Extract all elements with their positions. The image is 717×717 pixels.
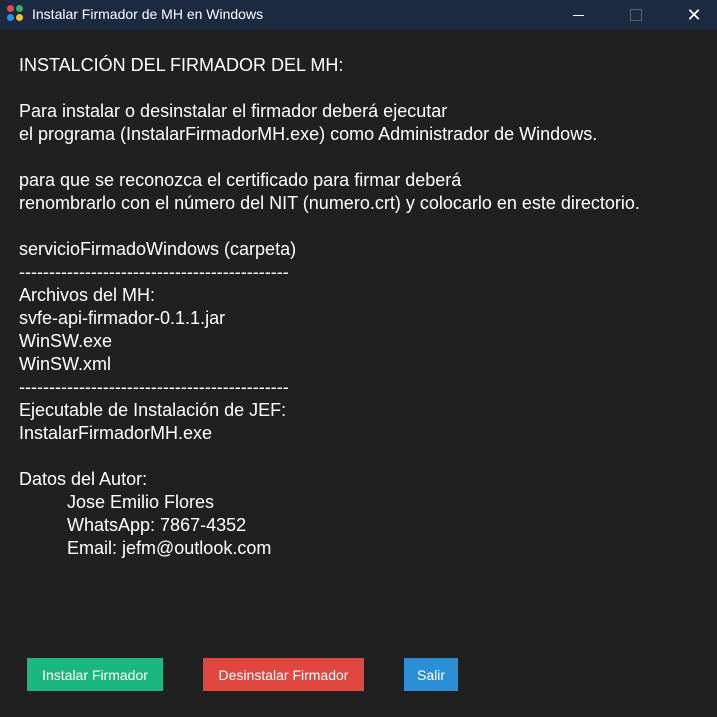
author-whatsapp: WhatsApp: 7867-4352 [67, 515, 247, 535]
instruction-line: renombrarlo con el número del NIT (numer… [19, 193, 640, 213]
installer-file: InstalarFirmadorMH.exe [19, 423, 213, 443]
uninstall-button[interactable]: Desinstalar Firmador [203, 658, 364, 691]
author-name: Jose Emilio Flores [67, 492, 215, 512]
instructions-text: INSTALCIÓN DEL FIRMADOR DEL MH: Para ins… [19, 54, 709, 560]
close-icon: ✕ [686, 4, 702, 25]
maximize-icon [630, 9, 642, 21]
install-button[interactable]: Instalar Firmador [27, 658, 163, 691]
maximize-button[interactable] [613, 0, 659, 30]
separator: ----------------------------------------… [19, 262, 289, 282]
author-heading: Datos del Autor: [19, 469, 148, 489]
files-heading: Archivos del MH: [19, 285, 156, 305]
close-button[interactable]: ✕ [671, 0, 717, 30]
file-item: WinSW.xml [19, 354, 111, 374]
exit-button[interactable]: Salir [404, 658, 458, 691]
app-icon [6, 4, 24, 22]
folder-label: servicioFirmadoWindows (carpeta) [19, 239, 297, 259]
heading: INSTALCIÓN DEL FIRMADOR DEL MH: [19, 55, 344, 75]
instruction-line: el programa (InstalarFirmadorMH.exe) com… [19, 124, 598, 144]
installer-heading: Ejecutable de Instalación de JEF: [19, 400, 287, 420]
minimize-icon [572, 14, 584, 16]
author-email: Email: jefm@outlook.com [67, 538, 272, 558]
separator: ----------------------------------------… [19, 377, 289, 397]
instruction-line: para que se reconozca el certificado par… [19, 170, 462, 190]
file-item: WinSW.exe [19, 331, 113, 351]
file-item: svfe-api-firmador-0.1.1.jar [19, 308, 226, 328]
window-title: Instalar Firmador de MH en Windows [32, 6, 264, 22]
title-bar: Instalar Firmador de MH en Windows ✕ [0, 0, 717, 30]
instruction-line: Para instalar o desinstalar el firmador … [19, 101, 448, 121]
minimize-button[interactable] [555, 0, 601, 30]
